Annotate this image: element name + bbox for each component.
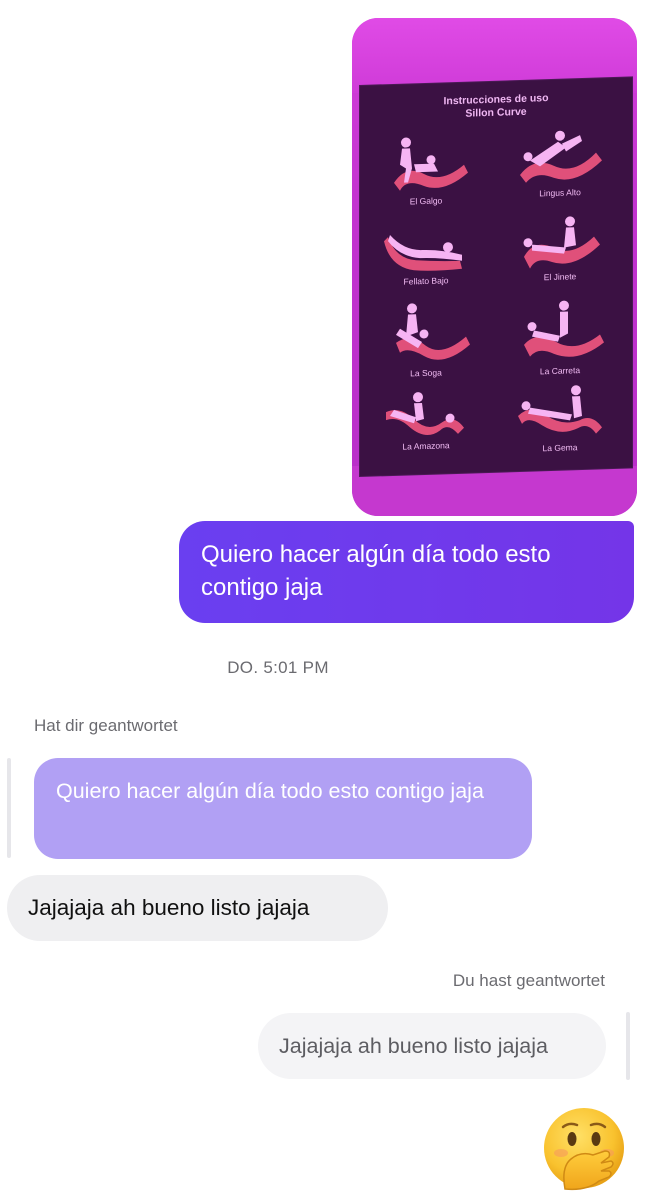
chair-figure-icon — [384, 235, 462, 271]
quoted-sent-message-text: Quiero hacer algún día todo esto contigo… — [56, 779, 484, 803]
poster-position-5: La Soga — [366, 300, 486, 384]
quote-indicator-bar — [7, 758, 11, 858]
poster-title: Instrucciones de uso Sillon Curve — [360, 89, 632, 124]
position-label: El Jinete — [543, 271, 577, 283]
poster-position-4: El Jinete — [500, 212, 620, 296]
poster-position-1: El Galgo — [366, 132, 486, 216]
reply-context-label-sent: Du hast geantwortet — [452, 971, 605, 990]
chair-figure-icon — [518, 385, 602, 434]
poster-position-7: La Amazona — [366, 387, 486, 471]
position-label: El Galgo — [409, 195, 443, 207]
poster-position-6: La Carreta — [500, 298, 620, 382]
chair-figure-icon — [394, 137, 468, 191]
quoted-sent-message-bubble[interactable]: Quiero hacer algún día todo esto contigo… — [34, 758, 532, 859]
message-timestamp: DO. 5:01 PM — [227, 658, 329, 677]
sent-message-bubble[interactable]: Quiero hacer algún día todo esto contigo… — [179, 521, 634, 623]
chair-figure-icon — [520, 130, 602, 183]
instructions-poster: Instrucciones de uso Sillon Curve El Gal… — [360, 77, 632, 476]
position-label: La Amazona — [402, 440, 450, 452]
position-label: La Gema — [542, 442, 578, 454]
position-label: La Soga — [410, 367, 442, 379]
chair-figure-icon — [396, 303, 470, 360]
quoted-received-message-text: Jajajaja ah bueno listo jajaja — [279, 1034, 548, 1058]
face-with-hand-over-mouth-icon[interactable] — [541, 1105, 627, 1191]
position-label: Lingus Alto — [539, 187, 581, 199]
chair-figure-icon — [386, 392, 464, 435]
position-label: Fellato Bajo — [403, 275, 449, 287]
chair-figure-icon — [524, 300, 604, 357]
received-message-text: Jajajaja ah bueno listo jajaja — [28, 895, 310, 920]
quote-indicator-bar — [626, 1012, 630, 1080]
position-label: La Carreta — [539, 365, 581, 377]
sent-message-text: Quiero hacer algún día todo esto contigo… — [201, 541, 551, 601]
received-message-bubble[interactable]: Jajajaja ah bueno listo jajaja — [7, 875, 388, 941]
poster-position-3: Fellato Bajo — [366, 222, 486, 306]
photo-message[interactable]: Instrucciones de uso Sillon Curve El Gal… — [352, 18, 637, 516]
quoted-received-message-bubble[interactable]: Jajajaja ah bueno listo jajaja — [258, 1013, 606, 1079]
chair-figure-icon — [523, 216, 600, 269]
reply-context-label-received: Hat dir geantwortet — [34, 716, 178, 735]
poster-position-8: La Gema — [500, 383, 620, 467]
poster-position-2: Lingus Alto — [500, 124, 620, 208]
